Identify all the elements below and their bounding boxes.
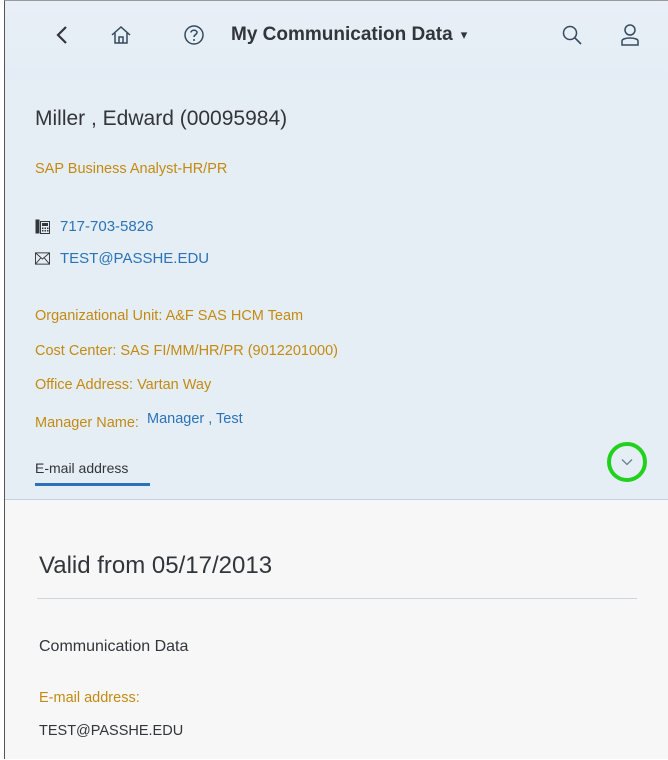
email-field-value: TEST@PASSHE.EDU [39, 723, 184, 739]
search-button[interactable] [555, 20, 589, 50]
divider [37, 598, 637, 599]
phone-icon [35, 219, 50, 234]
org-unit: Organizational Unit: A&F SAS HCM Team [35, 308, 304, 324]
object-header [5, 79, 668, 499]
home-icon [111, 25, 131, 44]
employee-name: Miller , Edward (00095984) [35, 107, 288, 130]
tab-email-address[interactable]: E-mail address [35, 453, 151, 486]
cost-center: Cost Center: SAS FI/MM/HR/PR (9012201000… [35, 343, 339, 359]
app-frame: My Communication Data ▾ Miller , Edward … [4, 0, 668, 759]
manager-link[interactable]: Manager , Test [147, 411, 243, 427]
valid-from-heading: Valid from 05/17/2013 [39, 552, 273, 579]
email-link[interactable]: TEST@PASSHE.EDU [60, 250, 209, 267]
user-icon [621, 24, 639, 46]
home-button[interactable] [104, 20, 138, 50]
shell-bar: My Communication Data ▾ [5, 1, 668, 79]
chevron-down-icon [621, 459, 633, 466]
manager-label: Manager Name: [35, 415, 139, 431]
chevron-left-icon [56, 26, 67, 44]
user-button[interactable] [613, 20, 647, 50]
phone-link[interactable]: 717-703-5826 [60, 218, 153, 235]
expand-header-button[interactable] [614, 449, 640, 475]
email-field-label: E-mail address: [39, 690, 140, 706]
employee-role: SAP Business Analyst-HR/PR [35, 161, 228, 177]
back-button[interactable] [47, 20, 77, 50]
app-title-menu[interactable]: My Communication Data ▾ [231, 20, 467, 50]
section-title: Communication Data [39, 638, 189, 655]
anchor-bar: E-mail address [5, 439, 668, 500]
highlight-circle [607, 442, 647, 482]
caret-down-icon: ▾ [460, 27, 468, 42]
search-icon [562, 25, 582, 45]
help-icon [184, 25, 204, 45]
manager-name-row: Manager Name: Manager , Test [35, 411, 243, 431]
app-title: My Communication Data [231, 24, 453, 45]
envelope-icon [35, 251, 50, 266]
office-address: Office Address: Vartan Way [35, 377, 212, 393]
help-button[interactable] [177, 20, 211, 50]
email-contact[interactable]: TEST@PASSHE.EDU [35, 250, 209, 267]
phone-contact[interactable]: 717-703-5826 [35, 218, 153, 235]
